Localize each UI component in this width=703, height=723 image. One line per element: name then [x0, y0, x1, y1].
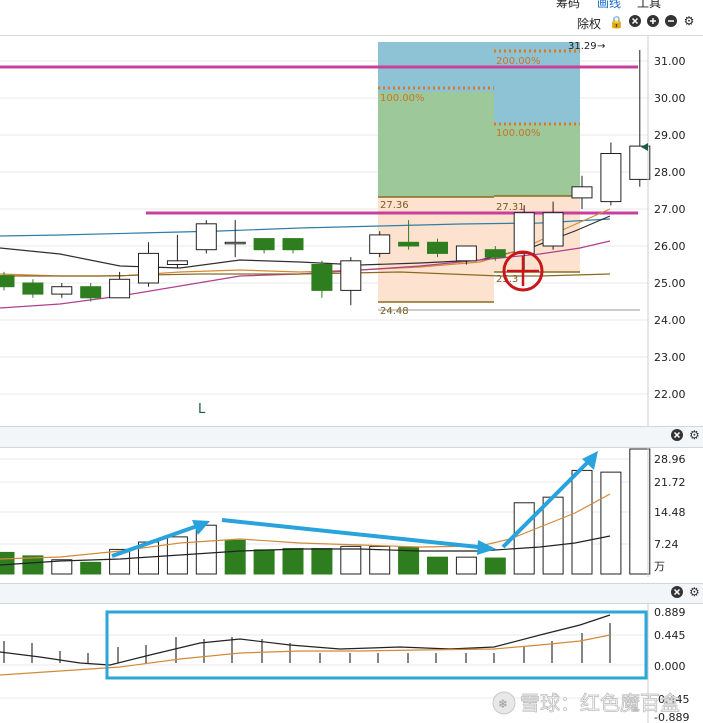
fib-label-200: 200.00%: [496, 56, 541, 67]
candle-body[interactable]: [138, 252, 159, 284]
volume-bar[interactable]: [427, 556, 448, 575]
volume-bar[interactable]: [629, 448, 651, 575]
indicator-close-icon[interactable]: [671, 586, 683, 601]
volume-bar[interactable]: [282, 548, 304, 575]
candle-body[interactable]: [195, 223, 217, 251]
candle-body[interactable]: [22, 282, 44, 295]
adjust-rights-button[interactable]: 除权: [577, 15, 601, 32]
indicator-chart[interactable]: 0.889 0.445 0.000 -0.445 -0.889 ❄ 雪球：红色魔…: [0, 603, 703, 723]
marker-L: L: [198, 402, 206, 417]
candle-body[interactable]: [0, 275, 15, 288]
lock-icon[interactable]: 🔒: [609, 15, 624, 29]
candle-body[interactable]: [282, 238, 304, 251]
box-label-2736: 27.36: [380, 200, 409, 211]
candle-body[interactable]: [513, 212, 535, 254]
high-price-arrow: →: [597, 41, 605, 52]
volume-gear-icon[interactable]: ⚙: [689, 428, 700, 442]
indicator-histogram: [3, 623, 611, 663]
volume-bar[interactable]: [600, 471, 622, 575]
close-icon[interactable]: [628, 15, 642, 30]
watermark-text: 雪球：红色魔百盒: [520, 691, 680, 715]
price-axis: 31.00 30.00 29.00 28.00 27.00 26.00 25.00 24.00…: [654, 55, 686, 401]
volume-bar[interactable]: [311, 548, 333, 575]
fib-zone-blue-2: [494, 42, 580, 124]
gear-icon[interactable]: ⚙: [682, 14, 696, 28]
price-axis-tick: 24.00: [654, 314, 686, 327]
price-axis-tick: 31.00: [654, 55, 686, 68]
volume-chart[interactable]: 28.96 21.72 14.48 7.24 万: [0, 447, 703, 577]
candle-body[interactable]: [253, 238, 275, 251]
candle-body[interactable]: [398, 241, 420, 247]
candle-body[interactable]: [542, 212, 564, 247]
top-toolbar: 筹码 画线 工具 除权 🔒 ⚙: [0, 0, 703, 38]
snowball-logo-glyph: ❄: [498, 697, 508, 711]
watermark: ❄ 雪球：红色魔百盒: [492, 691, 680, 715]
candle-body[interactable]: [600, 153, 622, 203]
candle-body[interactable]: [455, 245, 477, 262]
indicator-panel-header: ⚙: [0, 583, 703, 604]
price-axis-tick: 30.00: [654, 92, 686, 105]
price-axis-tick: 27.00: [654, 203, 686, 216]
vol-unit: 万: [654, 560, 665, 573]
vol-axis-1: 28.96: [654, 453, 686, 466]
candle-body[interactable]: [224, 241, 246, 245]
fib-label-100-2: 100.00%: [496, 128, 541, 139]
volume-bar[interactable]: [224, 539, 246, 575]
candle-body[interactable]: [311, 264, 333, 291]
volume-bar[interactable]: [513, 502, 535, 575]
indicator-gear-icon[interactable]: ⚙: [689, 585, 700, 599]
tools-menu[interactable]: 工具: [637, 0, 661, 11]
box-label-2731: 27.31: [496, 202, 525, 213]
price-axis-tick: 29.00: [654, 129, 686, 142]
volume-bar[interactable]: [80, 561, 102, 575]
price-axis-tick: 26.00: [654, 240, 686, 253]
volume-close-icon[interactable]: [671, 429, 683, 444]
vol-axis-4: 7.24: [654, 538, 679, 551]
candle-body[interactable]: [629, 145, 651, 180]
zoom-in-icon[interactable]: [646, 15, 660, 30]
price-chart[interactable]: 200.00% 100.00% 100.00% 27.36 27.31 24.4…: [0, 36, 703, 426]
fib-zone-green-1: [378, 92, 494, 197]
vol-axis-3: 14.48: [654, 506, 686, 519]
volume-bar[interactable]: [455, 556, 477, 575]
volume-bar[interactable]: [369, 545, 391, 575]
price-axis-tick: 23.00: [654, 351, 686, 364]
volume-bar[interactable]: [484, 557, 506, 575]
fib-label-100-1: 100.00%: [380, 93, 425, 104]
draw-menu[interactable]: 画线: [597, 0, 621, 11]
volume-arrow-2-head: [477, 540, 496, 555]
price-axis-tick: 28.00: [654, 166, 686, 179]
volume-panel-header: ⚙: [0, 426, 703, 448]
candle-body[interactable]: [427, 241, 448, 254]
ind-axis-2: 0.445: [654, 629, 686, 642]
candle-body[interactable]: [484, 249, 506, 258]
volume-bar[interactable]: [542, 496, 564, 575]
candle-body[interactable]: [340, 260, 362, 291]
candle-body[interactable]: [109, 278, 131, 299]
volume-bar[interactable]: [0, 551, 15, 575]
ind-axis-3: 0.000: [654, 660, 686, 673]
highlight-frame: [105, 610, 648, 680]
high-price-label: 31.29: [568, 41, 597, 52]
ind-axis-1: 0.889: [654, 606, 686, 619]
volume-bar[interactable]: [571, 469, 593, 575]
chips-menu[interactable]: 筹码: [556, 0, 580, 11]
box-label-2448: 24.48: [380, 306, 409, 317]
zoom-out-icon[interactable]: [664, 15, 678, 30]
candle-body[interactable]: [51, 286, 73, 295]
volume-bar[interactable]: [253, 549, 275, 575]
candle-body[interactable]: [80, 286, 102, 299]
candle-body[interactable]: [571, 186, 593, 199]
price-axis-tick: 25.00: [654, 277, 686, 290]
indicator-line-black: [0, 614, 611, 666]
volume-bar[interactable]: [340, 545, 362, 575]
candle-body[interactable]: [166, 260, 188, 266]
vol-axis-2: 21.72: [654, 476, 686, 489]
price-axis-tick: 22.00: [654, 388, 686, 401]
candle-body[interactable]: [369, 234, 391, 254]
